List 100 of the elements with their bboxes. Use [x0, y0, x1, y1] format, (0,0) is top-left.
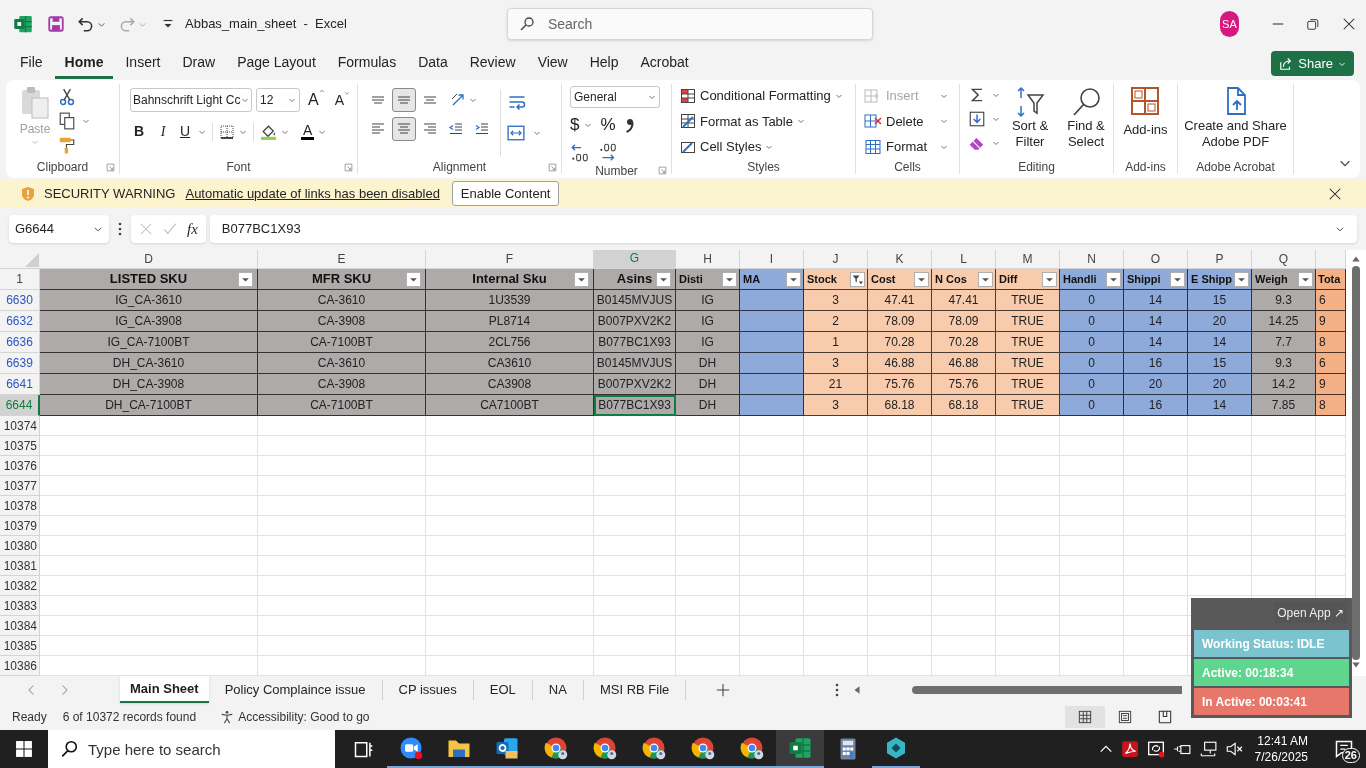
- find-select-button[interactable]: Find & Select: [1060, 86, 1112, 158]
- row-header[interactable]: 6632: [0, 311, 40, 332]
- ribbon-tab[interactable]: Insert: [115, 48, 171, 79]
- orientation-button[interactable]: [450, 92, 477, 108]
- row-header[interactable]: 10383: [0, 596, 40, 616]
- row-header[interactable]: 10385: [0, 636, 40, 656]
- bold-button[interactable]: B: [130, 121, 148, 142]
- cell-styles-button[interactable]: Cell Styles: [680, 137, 855, 157]
- row-header[interactable]: 6636: [0, 332, 40, 353]
- ribbon-tab[interactable]: Data: [408, 48, 458, 79]
- pdf-app-icon[interactable]: [1120, 740, 1139, 758]
- notification-button[interactable]: 26: [1322, 730, 1366, 768]
- column-header[interactable]: P: [1215, 250, 1224, 268]
- format-cells-button[interactable]: Format: [864, 137, 959, 157]
- column-header[interactable]: J: [832, 250, 839, 268]
- delete-cells-button[interactable]: Delete: [864, 111, 959, 131]
- column-header[interactable]: O: [1150, 250, 1161, 268]
- conditional-formatting-button[interactable]: Conditional Formatting: [680, 86, 855, 106]
- column-header[interactable]: F: [505, 250, 514, 268]
- increase-decimal-button[interactable]: [570, 141, 590, 162]
- row-header[interactable]: 6639: [0, 353, 40, 374]
- font-name-dropdown[interactable]: Bahnschrift Light Cc: [130, 88, 252, 112]
- ribbon-tab[interactable]: Review: [459, 48, 526, 79]
- cut-button[interactable]: [58, 88, 76, 106]
- sheet-tab[interactable]: NA: [532, 679, 584, 700]
- row-header[interactable]: 10377: [0, 476, 40, 496]
- add-sheet-button[interactable]: [716, 682, 731, 697]
- warning-link[interactable]: Automatic update of links has been disabled: [185, 183, 440, 204]
- comma-style-button[interactable]: [623, 116, 636, 133]
- undo-icon[interactable]: [77, 15, 95, 33]
- account-avatar[interactable]: SA: [1219, 11, 1239, 37]
- currency-button[interactable]: $: [570, 112, 593, 138]
- create-pdf-button[interactable]: Create and Share Adobe PDF: [1181, 86, 1290, 158]
- row-header[interactable]: 10380: [0, 536, 40, 556]
- borders-button[interactable]: [219, 123, 247, 140]
- save-icon[interactable]: [47, 15, 65, 33]
- ribbon-tab[interactable]: View: [527, 48, 578, 79]
- column-header[interactable]: H: [703, 250, 712, 268]
- decrease-decimal-button[interactable]: [598, 141, 618, 162]
- ribbon-tab[interactable]: File: [10, 48, 53, 79]
- number-format-dropdown[interactable]: General: [570, 86, 660, 108]
- sync-icon[interactable]: [1146, 740, 1165, 758]
- taskbar-search-field[interactable]: Type here to search: [48, 730, 335, 768]
- row-header[interactable]: 10375: [0, 436, 40, 456]
- name-box[interactable]: G6644: [9, 215, 109, 243]
- add-ins-button[interactable]: Add-ins: [1123, 86, 1168, 158]
- column-header[interactable]: M: [1022, 250, 1033, 268]
- row-header[interactable]: 10374: [0, 416, 40, 436]
- sheet-tab[interactable]: Policy Complaince issue: [208, 679, 383, 700]
- close-button[interactable]: [1328, 186, 1342, 201]
- column-header[interactable]: G: [629, 249, 640, 267]
- column-header[interactable]: I: [769, 250, 774, 268]
- clock[interactable]: 12:41 AM 7/26/2025: [1254, 733, 1308, 765]
- sheet-tab[interactable]: CP issues: [382, 679, 474, 700]
- formula-input[interactable]: B077BC1X93: [209, 215, 1357, 243]
- scroll-thumb[interactable]: [1352, 266, 1360, 660]
- row-header[interactable]: 6630: [0, 290, 40, 311]
- column-header[interactable]: D: [144, 250, 153, 268]
- merge-button[interactable]: [507, 124, 541, 142]
- normal-view-button[interactable]: [1064, 705, 1105, 728]
- sheet-tab[interactable]: Main Sheet: [120, 676, 209, 703]
- center-button[interactable]: [392, 117, 416, 141]
- open-app-button[interactable]: Open App ↗: [1274, 602, 1347, 624]
- filter-button[interactable]: [850, 271, 865, 287]
- shrink-font-button[interactable]: A: [334, 89, 350, 111]
- percent-button[interactable]: %: [600, 112, 616, 138]
- share-button[interactable]: Share: [1271, 51, 1354, 76]
- font-color-button[interactable]: A: [301, 123, 327, 140]
- ribbon-tab[interactable]: Formulas: [327, 48, 407, 79]
- insert-function-button[interactable]: fx: [187, 217, 198, 241]
- search-field[interactable]: Search: [506, 8, 873, 40]
- ribbon-tab[interactable]: Page Layout: [227, 48, 326, 79]
- fill-color-button[interactable]: [260, 123, 289, 140]
- sort-filter-button[interactable]: Sort & Filter: [1004, 86, 1056, 158]
- column-header[interactable]: Q: [1278, 250, 1289, 268]
- format-painter-button[interactable]: [58, 136, 76, 154]
- ribbon-tab[interactable]: Draw: [172, 48, 226, 79]
- row-header[interactable]: 6641: [0, 374, 40, 395]
- ribbon-tab[interactable]: Help: [579, 48, 629, 79]
- font-size-dropdown[interactable]: 12: [256, 88, 300, 112]
- scroll-thumb[interactable]: [912, 685, 1183, 694]
- column-header[interactable]: N: [1087, 250, 1096, 268]
- row-header[interactable]: 10378: [0, 496, 40, 516]
- row-header[interactable]: 10381: [0, 556, 40, 576]
- row-header[interactable]: 10384: [0, 616, 40, 636]
- network-icon[interactable]: [1198, 740, 1217, 758]
- sheet-tab[interactable]: EOL: [473, 679, 533, 700]
- row-header[interactable]: 6644: [0, 395, 40, 416]
- row-header[interactable]: 10382: [0, 576, 40, 596]
- copy-button[interactable]: [58, 112, 90, 130]
- speaker-muted-icon[interactable]: [1224, 740, 1243, 758]
- column-header[interactable]: E: [337, 250, 346, 268]
- row-header[interactable]: 10379: [0, 516, 40, 536]
- sheet-tab[interactable]: MSI RB File: [583, 679, 687, 700]
- accessibility-button[interactable]: Accessibility: Good to go: [220, 707, 370, 726]
- row-header[interactable]: 10376: [0, 456, 40, 476]
- ribbon-tab[interactable]: Acrobat: [630, 48, 699, 79]
- row-header[interactable]: 10386: [0, 656, 40, 676]
- format-as-table-button[interactable]: Format as Table: [680, 111, 855, 131]
- grow-font-button[interactable]: A: [308, 88, 325, 112]
